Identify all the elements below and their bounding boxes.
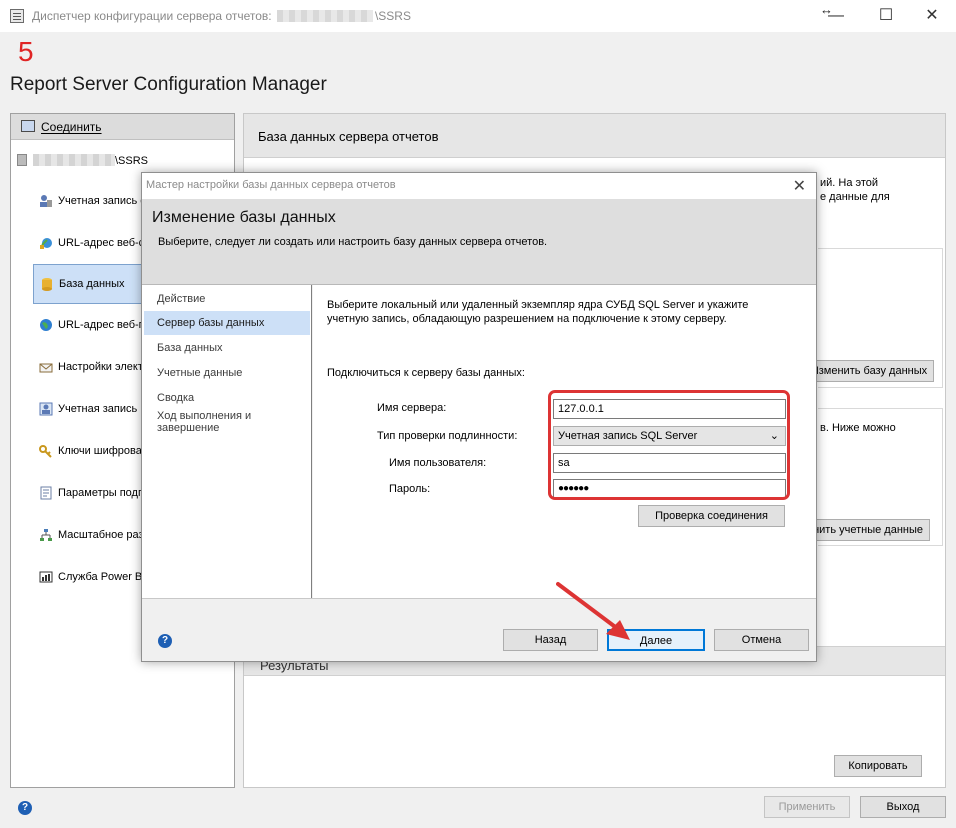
dialog-title: Мастер настройки базы данных сервера отч… — [146, 179, 396, 191]
web-url-icon — [40, 238, 52, 249]
section-description: ий. На этой е данные для — [820, 176, 890, 204]
wizard-step-action[interactable]: Действие — [144, 293, 310, 305]
section-description-line: е данные для — [820, 191, 890, 203]
close-button[interactable]: ✕ — [922, 6, 942, 26]
credentials-description: в. Ниже можно — [820, 422, 896, 434]
wizard-step-summary[interactable]: Сводка — [144, 392, 310, 404]
app-icon — [10, 9, 24, 23]
connect-label: Соединить — [41, 120, 102, 134]
change-database-button[interactable]: Изменить базу данных — [804, 360, 934, 382]
window-title: Диспетчер конфигурации сервера отчетов: … — [32, 9, 411, 23]
highlight-box-annotation — [548, 390, 790, 500]
wizard-intro-text: Выберите локальный или удаленный экземпл… — [327, 299, 749, 325]
apply-button[interactable]: Применить — [764, 796, 850, 818]
arrow-annotation-icon — [556, 582, 630, 640]
sidebar-item-label: База данных — [59, 278, 125, 290]
window-title-suffix: \SSRS — [374, 9, 411, 23]
dialog-help-icon[interactable]: ? — [158, 634, 172, 648]
window-titlebar: Диспетчер конфигурации сервера отчетов: … — [0, 0, 956, 32]
app-header: 5 Report Server Configuration Manager — [0, 32, 956, 100]
maximize-button[interactable]: ☐ — [876, 6, 896, 26]
username-label: Имя пользователя: — [389, 457, 487, 469]
window-title-prefix: Диспетчер конфигурации сервера отчетов: — [32, 9, 272, 23]
wizard-step-credentials[interactable]: Учетные данные — [144, 367, 310, 379]
dialog-close-button[interactable]: ✕ — [793, 176, 806, 196]
database-icon — [42, 278, 52, 291]
scaleout-icon — [40, 529, 52, 541]
redacted-server-name — [33, 154, 115, 166]
dialog-heading: Изменение базы данных — [152, 209, 336, 226]
server-node[interactable]: \SSRS — [17, 154, 148, 167]
powerbi-icon — [39, 571, 53, 583]
subscription-icon — [40, 486, 52, 500]
email-icon — [39, 363, 53, 373]
step-number-annotation: 5 — [18, 36, 34, 67]
dialog-subheading: Выберите, следует ли создать или настрои… — [158, 236, 548, 248]
sidebar-item-label: Служба Power BI — [58, 571, 146, 583]
connect-section-label: Подключиться к серверу базы данных: — [327, 367, 525, 379]
globe-icon — [40, 319, 52, 331]
key-icon — [39, 445, 52, 458]
connect-button[interactable]: Соединить — [11, 114, 234, 140]
wizard-steps: Действие Сервер базы данных База данных … — [142, 285, 312, 598]
section-description-line: ий. На этой — [820, 177, 879, 189]
test-connection-button[interactable]: Проверка соединения — [638, 505, 785, 527]
database-wizard-dialog: Мастер настройки базы данных сервера отч… — [141, 172, 817, 662]
section-header: База данных сервера отчетов — [244, 114, 945, 158]
app-title: Report Server Configuration Manager — [10, 74, 327, 95]
copy-button[interactable]: Копировать — [834, 755, 922, 777]
change-credentials-button[interactable]: нить учетные данные — [804, 519, 930, 541]
wizard-content: Выберите локальный или удаленный экземпл… — [313, 285, 816, 598]
server-name-label: Имя сервера: — [377, 402, 447, 414]
dialog-footer: ? Назад Далее Отмена — [142, 598, 816, 661]
service-account-icon — [40, 195, 52, 207]
wizard-step-database[interactable]: База данных — [144, 342, 310, 354]
execution-account-icon — [39, 402, 53, 416]
password-label: Пароль: — [389, 483, 431, 495]
cancel-button[interactable]: Отмена — [714, 629, 809, 651]
page-title: База данных сервера отчетов — [258, 129, 439, 144]
exit-button[interactable]: Выход — [860, 796, 946, 818]
dialog-titlebar: Мастер настройки базы данных сервера отч… — [142, 173, 816, 199]
auth-type-label: Тип проверки подлинности: — [377, 430, 518, 442]
server-icon — [17, 154, 27, 166]
help-icon[interactable]: ? — [18, 801, 32, 815]
minimize-button[interactable]: — — [826, 6, 846, 26]
dialog-header: Изменение базы данных Выберите, следует … — [142, 199, 816, 285]
redacted-server-name — [276, 10, 373, 22]
server-node-label: \SSRS — [115, 155, 149, 167]
connect-icon — [21, 120, 35, 132]
wizard-step-database-server[interactable]: Сервер базы данных — [144, 311, 310, 335]
wizard-step-progress[interactable]: Ход выполнения и завершение — [144, 410, 264, 434]
